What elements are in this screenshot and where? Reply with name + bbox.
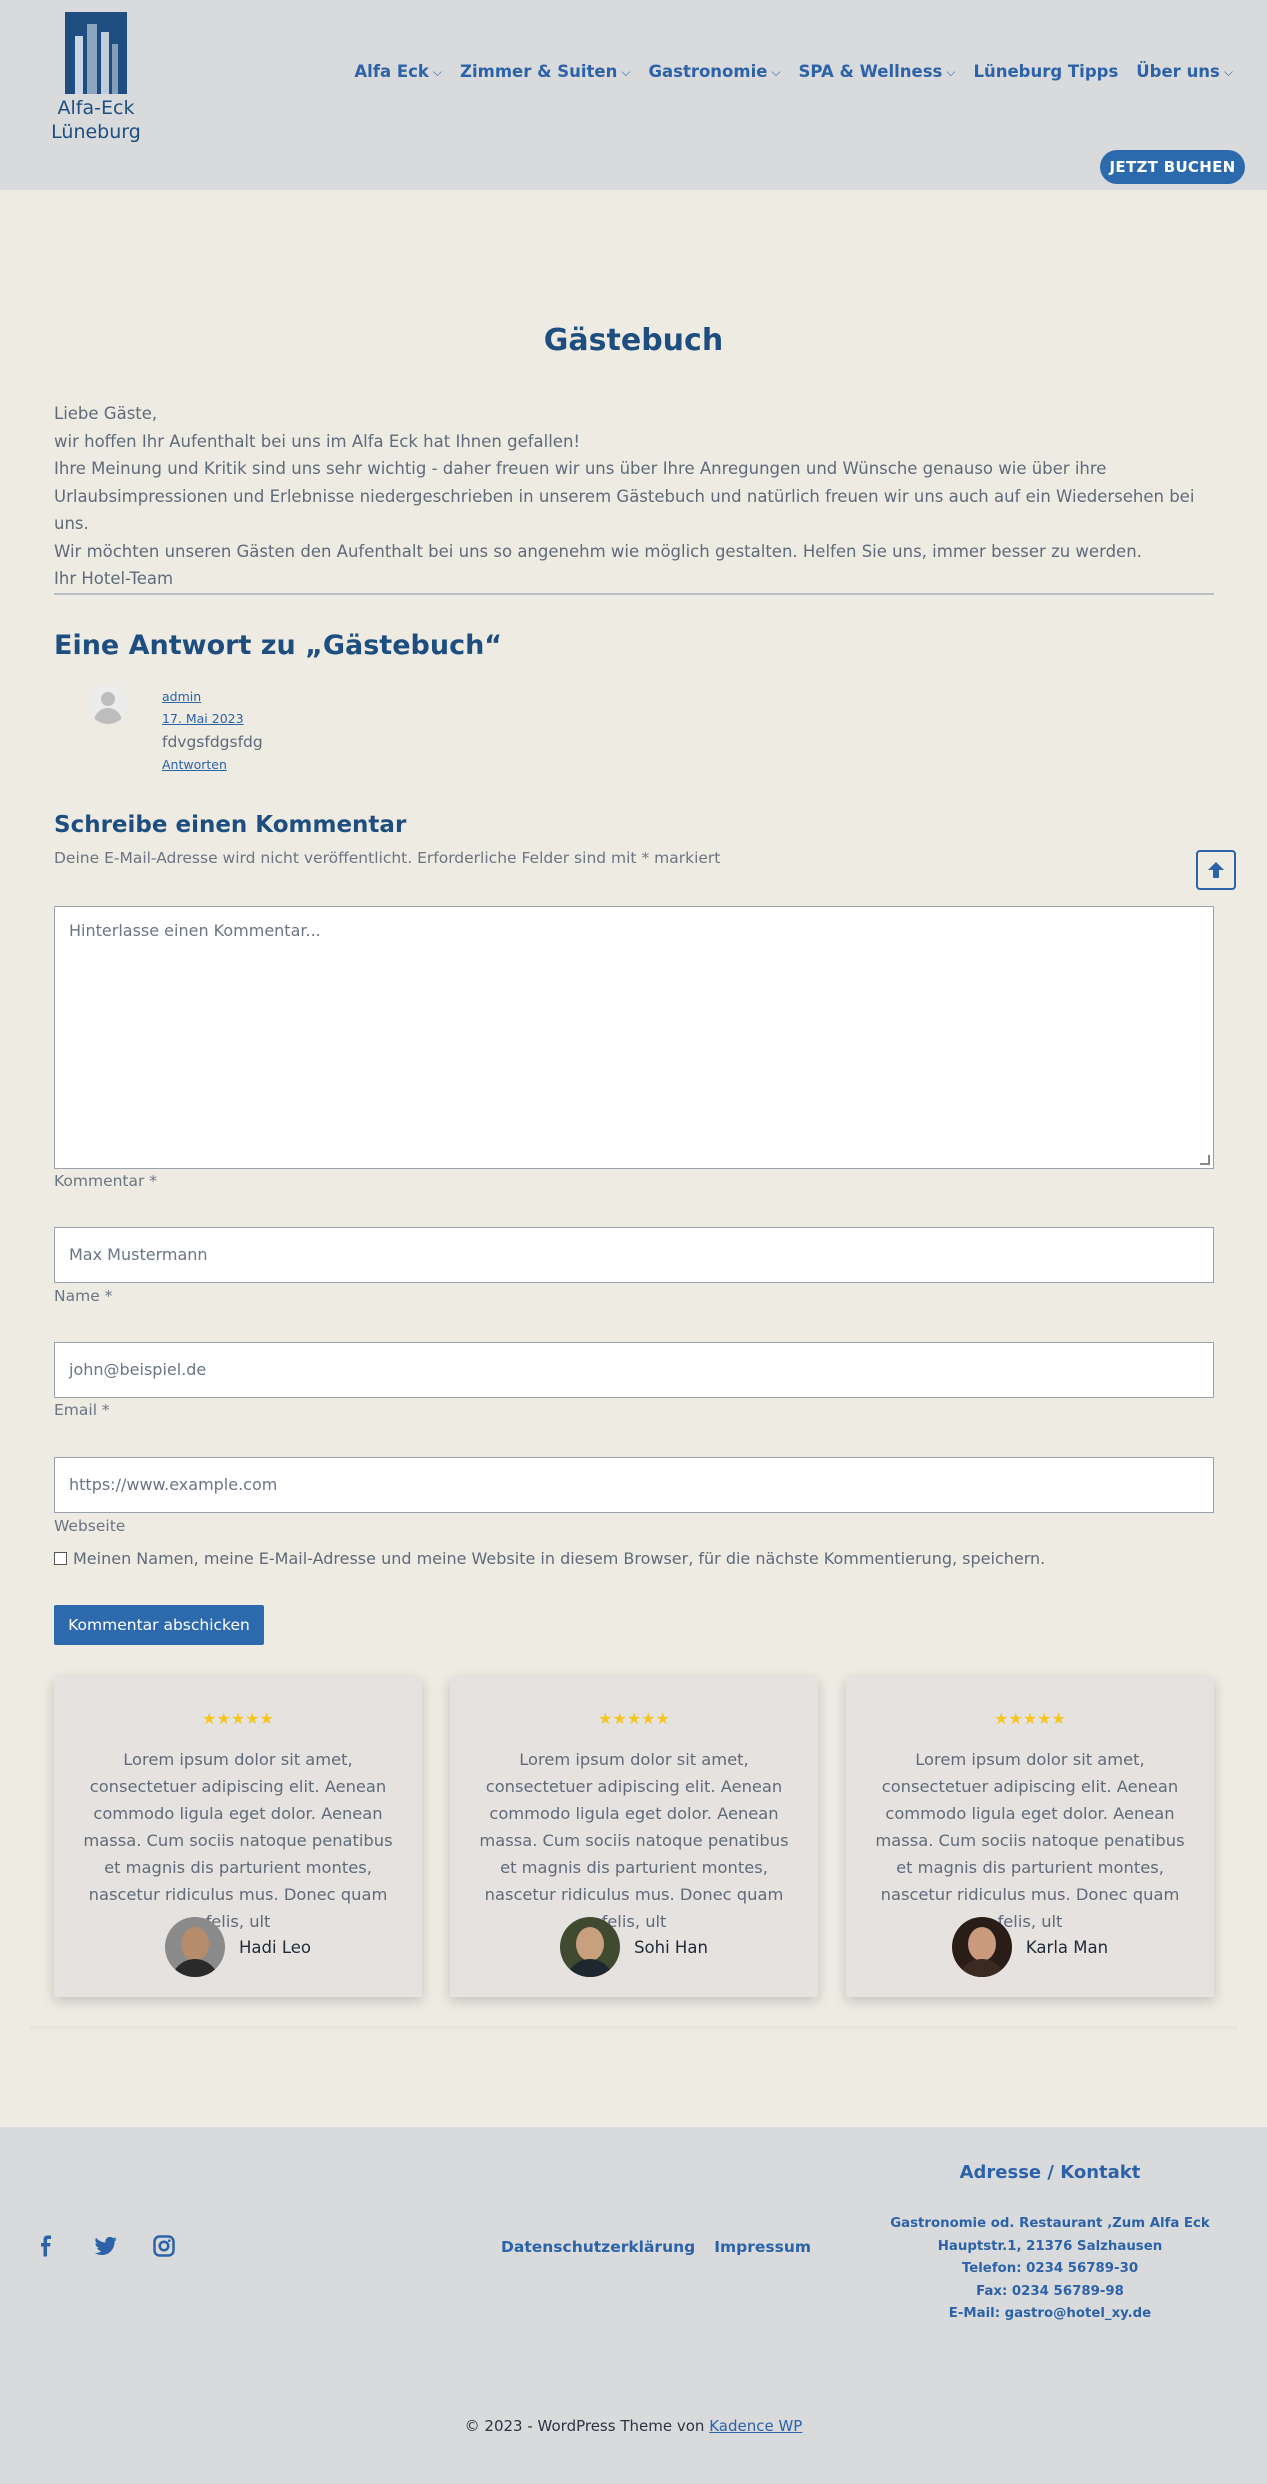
nav-item-alfa-eck[interactable]: Alfa Eck ⌵ [354,62,442,81]
nav-item-label: Zimmer & Suiten [460,62,618,81]
site-logo[interactable]: Alfa-Eck Lüneburg [40,12,152,142]
chevron-down-icon: ⌵ [432,65,443,79]
website-label: Webseite [54,1517,126,1535]
address-block: Gastronomie od. Restaurant ‚Zum Alfa Eck… [880,2213,1220,2326]
site-header: Alfa-Eck Lüneburg Alfa Eck ⌵ Zimmer & Sui… [0,0,1267,190]
twitter-icon[interactable] [94,2235,118,2261]
testimonial-card: ★★★★★ Lorem ipsum dolor sit amet, consec… [54,1677,422,1997]
intro-line: Wir möchten unseren Gästen den Aufenthal… [54,541,1142,561]
intro-line: Ihre Meinung und Kritik sind uns sehr wi… [54,459,1195,533]
book-now-button[interactable]: JETZT BUCHEN [1100,150,1245,184]
website-field-placeholder: https://www.example.com [69,1475,278,1494]
testimonial-name: Hadi Leo [239,1937,311,1957]
save-info-consent: Meinen Namen, meine E-Mail-Adresse und m… [54,1549,1045,1568]
testimonial-text: Lorem ipsum dolor sit amet, consectetuer… [479,1750,789,1931]
footer-nav: Datenschutzerklärung Impressum [501,2238,811,2256]
comments-heading: Eine Antwort zu „Gästebuch“ [54,630,503,661]
site-footer: Datenschutzerklärung Impressum Adresse /… [0,2127,1267,2484]
copyright-text: © 2023 - WordPress Theme von [464,2417,705,2435]
website-field[interactable]: https://www.example.com [54,1457,1214,1513]
intro-line: Liebe Gäste, [54,404,158,423]
copyright: © 2023 - WordPress Theme von Kadence WP [0,2417,1267,2435]
address-line: Fax: 0234 56789-98 [976,2283,1124,2299]
address-line: Hauptstr.1, 21376 Salzhausen [937,2238,1163,2254]
address-line: E-Mail: gastro@hotel_xy.de [948,2306,1152,2321]
nav-item-label: Über uns [1136,62,1220,81]
name-field-placeholder: Max Mustermann [69,1245,208,1264]
testimonial-author: Karla Man [846,1917,1214,1977]
address-line: Telefon: 0234 56789-30 [961,2261,1139,2276]
comment-author-link[interactable]: admin [162,686,263,708]
page-title: Gästebuch [543,323,724,358]
rating-stars-icon: ★★★★★ [598,1709,670,1728]
logo-text-line1: Alfa-Eck [57,97,135,119]
nav-item-label: Gastronomie [648,62,768,81]
comment-reply-link[interactable]: Antworten [162,754,263,776]
email-label: Email * [54,1401,110,1419]
avatar [165,1917,225,1977]
facebook-icon[interactable] [36,2235,56,2261]
chevron-down-icon: ⌵ [621,65,631,79]
comment-form-note: Deine E-Mail-Adresse wird nicht veröffen… [54,849,721,867]
name-field[interactable]: Max Mustermann [54,1227,1214,1283]
arrow-up-icon [1208,862,1224,878]
section-divider [30,2026,1237,2032]
name-label: Name * [54,1287,113,1305]
testimonial-text: Lorem ipsum dolor sit amet, consectetuer… [875,1750,1185,1931]
testimonial-card: ★★★★★ Lorem ipsum dolor sit amet, consec… [450,1677,818,1997]
avatar [951,1917,1012,1977]
comment-textarea[interactable]: Hinterlasse einen Kommentar... [54,906,1214,1169]
email-field-placeholder: john@beispiel.de [69,1360,207,1379]
comment-textarea-placeholder: Hinterlasse einen Kommentar... [69,921,321,940]
chevron-down-icon: ⌵ [946,65,956,79]
intro-line: wir hoffen Ihr Aufenthalt bei uns im Alf… [54,431,581,451]
email-field[interactable]: john@beispiel.de [54,1342,1214,1398]
intro-line: Ihr Hotel-Team [54,569,174,588]
testimonial-name: Karla Man [1025,1937,1109,1957]
nav-item-gastronomie[interactable]: Gastronomie ⌵ [648,62,780,81]
nav-item-ueber-uns[interactable]: Über uns ⌵ [1136,62,1233,81]
nav-item-zimmer-suiten[interactable]: Zimmer & Suiten ⌵ [460,62,630,81]
comment: admin 17. Mai 2023 fdvgsfdgsfdg Antworte… [162,686,263,776]
chevron-down-icon: ⌵ [1223,65,1233,79]
comment-form-heading: Schreibe einen Kommentar [54,812,407,838]
nav-item-label: SPA & Wellness [798,62,943,81]
submit-comment-button[interactable]: Kommentar abschicken [54,1605,264,1645]
footer-link-privacy[interactable]: Datenschutzerklärung [501,2238,695,2256]
rating-stars-icon: ★★★★★ [202,1709,274,1728]
avatar [560,1917,621,1977]
testimonial-card: ★★★★★ Lorem ipsum dolor sit amet, consec… [846,1677,1214,1997]
rating-stars-icon: ★★★★★ [994,1709,1066,1728]
scroll-to-top-button[interactable] [1196,850,1236,890]
testimonial-author: Sohi Han [450,1917,818,1977]
main-nav: Alfa Eck ⌵ Zimmer & Suiten ⌵ Gastronomie ⌵ … [354,62,1233,81]
footer-link-imprint[interactable]: Impressum [714,2238,811,2256]
nav-item-label: Lüneburg Tipps [973,62,1119,81]
consent-checkbox[interactable] [54,1552,67,1565]
avatar [88,684,128,724]
nav-item-label: Alfa Eck [354,62,429,81]
kadence-link[interactable]: Kadence WP [709,2417,802,2435]
comment-text: fdvgsfdgsfdg [162,733,263,751]
comment-date-link[interactable]: 17. Mai 2023 [162,708,263,730]
consent-label: Meinen Namen, meine E-Mail-Adresse und m… [73,1549,1046,1568]
intro-text: Liebe Gäste, wir hoffen Ihr Aufenthalt b… [54,400,1214,593]
testimonial-name: Sohi Han [634,1937,708,1957]
testimonial-author: Hadi Leo [54,1917,422,1977]
comment-label: Kommentar * [54,1172,158,1190]
nav-item-lueneburg-tipps[interactable]: Lüneburg Tipps [973,62,1118,81]
resize-handle-icon[interactable] [1200,1155,1210,1165]
logo-text-line2: Lüneburg [51,121,141,143]
nav-item-spa-wellness[interactable]: SPA & Wellness ⌵ [799,62,956,81]
address-line: Gastronomie od. Restaurant ‚Zum Alfa Eck [890,2216,1210,2231]
instagram-icon[interactable] [153,2235,175,2261]
address-title: Adresse / Kontakt [959,2162,1141,2183]
testimonial-text: Lorem ipsum dolor sit amet, consectetuer… [83,1750,393,1931]
logo-building-icon [65,12,127,94]
chevron-down-icon: ⌵ [771,65,781,79]
content-divider [54,593,1214,595]
